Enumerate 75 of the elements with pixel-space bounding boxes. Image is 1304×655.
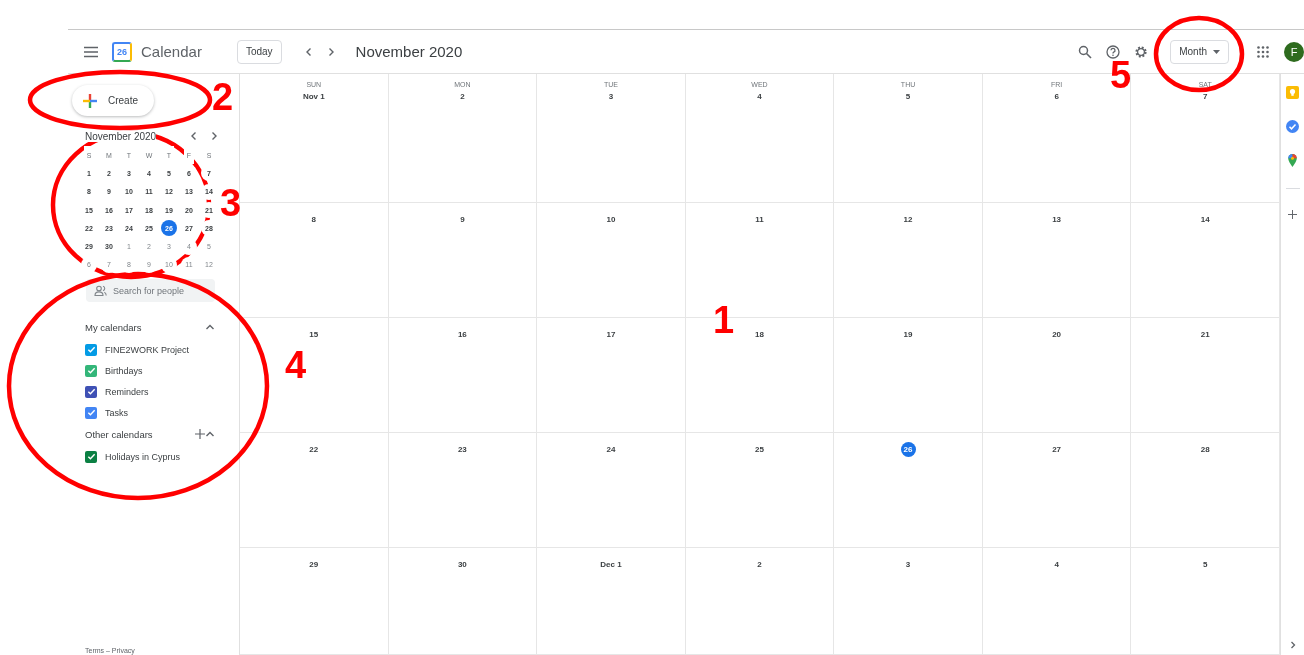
day-number[interactable]: 9 bbox=[460, 212, 465, 227]
calendar-label: Tasks bbox=[105, 407, 128, 418]
previous-icon[interactable] bbox=[189, 131, 199, 141]
day-number[interactable]: 30 bbox=[457, 557, 467, 572]
day-number[interactable]: 5 bbox=[1202, 557, 1208, 572]
search-field[interactable]: Search for people bbox=[86, 279, 215, 303]
mini-calendar-title: November 2020 bbox=[85, 130, 157, 142]
add-icon[interactable] bbox=[195, 429, 205, 440]
plus-icon bbox=[82, 92, 98, 109]
day-number[interactable]: 21 bbox=[1200, 327, 1210, 342]
day-number[interactable]: 5 bbox=[905, 89, 911, 104]
day-number[interactable]: 25 bbox=[755, 442, 764, 457]
calendar-label: Holidays in Cyprus bbox=[105, 451, 181, 462]
expand-icon[interactable] bbox=[1288, 641, 1297, 649]
section-title: Other calendars bbox=[85, 428, 154, 440]
month-title: November 2020 bbox=[355, 43, 463, 60]
day-number[interactable]: 14 bbox=[1200, 212, 1210, 227]
next-icon[interactable] bbox=[209, 131, 219, 141]
day-number[interactable]: Dec 1 bbox=[600, 557, 622, 572]
calendar-checkbox[interactable] bbox=[85, 406, 97, 419]
day-number[interactable]: 8 bbox=[311, 212, 316, 227]
day-number[interactable]: Nov 1 bbox=[302, 89, 325, 104]
day-number[interactable]: 20 bbox=[1052, 327, 1062, 342]
day-number[interactable]: 23 bbox=[457, 442, 467, 457]
avatar[interactable]: F bbox=[1284, 41, 1304, 62]
app-name: Calendar bbox=[141, 43, 202, 60]
day-number[interactable]: 19 bbox=[903, 327, 913, 342]
calendar-checkbox[interactable] bbox=[85, 343, 97, 356]
day-number[interactable]: 17 bbox=[606, 327, 616, 342]
day-number[interactable]: 24 bbox=[606, 442, 616, 457]
calendar-label: Reminders bbox=[105, 386, 149, 397]
calendar-label: Birthdays bbox=[105, 365, 143, 376]
day-number[interactable]: 22 bbox=[309, 442, 319, 457]
day-number[interactable]: 13 bbox=[1052, 212, 1062, 227]
menu-icon[interactable] bbox=[84, 45, 98, 58]
day-number[interactable]: 11 bbox=[755, 212, 764, 227]
caret-icon bbox=[1213, 49, 1220, 54]
today-button[interactable]: Today bbox=[236, 39, 282, 64]
check-circle-icon[interactable] bbox=[1286, 120, 1299, 133]
annotation-number: 2 bbox=[212, 77, 234, 117]
annotation-number: 4 bbox=[285, 345, 307, 385]
day-number[interactable]: 7 bbox=[1202, 89, 1208, 104]
help-icon[interactable] bbox=[1106, 44, 1121, 59]
day-number[interactable]: 16 bbox=[457, 327, 467, 342]
day-number[interactable]: 4 bbox=[757, 89, 762, 104]
day-number[interactable]: 18 bbox=[755, 327, 764, 342]
day-number[interactable]: 15 bbox=[309, 327, 319, 342]
create-button[interactable]: Create bbox=[72, 85, 154, 116]
settings-icon[interactable] bbox=[1134, 44, 1149, 59]
day-number[interactable]: 29 bbox=[309, 557, 319, 572]
calendar-label: FINE2WORK Project bbox=[105, 344, 189, 355]
add-icon[interactable] bbox=[1288, 210, 1297, 219]
day-number[interactable]: 27 bbox=[1052, 442, 1062, 457]
view-dropdown[interactable]: Month bbox=[1170, 39, 1229, 64]
apps-icon[interactable] bbox=[1257, 45, 1269, 58]
day-number[interactable]: 3 bbox=[905, 557, 911, 572]
calendar-checkbox[interactable] bbox=[85, 450, 97, 463]
day-number[interactable]: 10 bbox=[606, 212, 616, 227]
annotation-number: 1 bbox=[713, 300, 735, 340]
calendar-checkbox[interactable] bbox=[85, 364, 97, 377]
day-number[interactable]: 3 bbox=[608, 89, 614, 104]
map-pin-icon[interactable] bbox=[1286, 154, 1299, 167]
calendar-checkbox[interactable] bbox=[85, 385, 97, 398]
day-number[interactable]: 26 bbox=[900, 442, 916, 457]
section-title: My calendars bbox=[85, 321, 143, 333]
day-number[interactable]: 12 bbox=[903, 212, 913, 227]
day-number[interactable]: 2 bbox=[460, 89, 465, 104]
annotation-number: 5 bbox=[1110, 55, 1132, 95]
day-number[interactable]: 6 bbox=[1054, 89, 1059, 104]
day-number[interactable]: 4 bbox=[1054, 557, 1059, 572]
annotation-number: 3 bbox=[220, 183, 242, 223]
day-number[interactable]: 2 bbox=[757, 557, 762, 572]
search-icon[interactable] bbox=[1078, 44, 1093, 59]
day-number[interactable]: 28 bbox=[1200, 442, 1210, 457]
calendar-logo: 26 bbox=[112, 41, 132, 62]
